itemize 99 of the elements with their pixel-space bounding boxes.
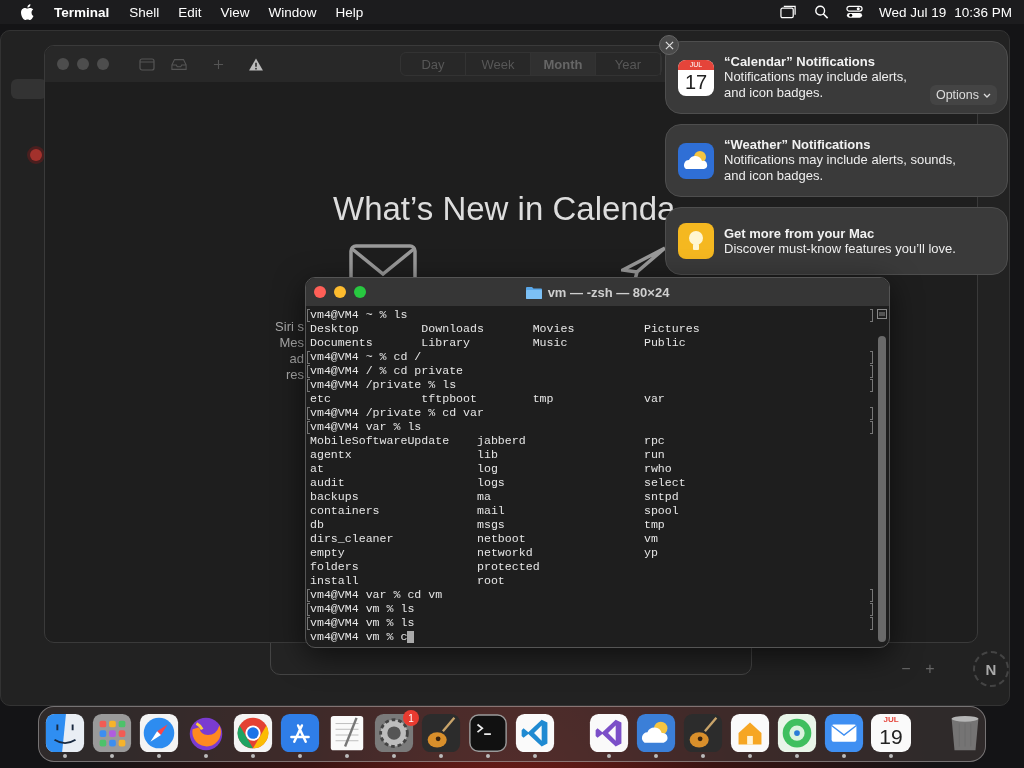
notification-title: “Weather” Notifications [724,137,872,152]
terminal-line: install root [310,574,505,588]
menu-item[interactable]: Help [335,4,364,20]
running-indicator [63,754,67,758]
terminal-line: folders protected [310,560,540,574]
calendar-month: JUL [883,714,899,725]
warning-icon[interactable] [248,57,264,71]
terminal-line: agentx lib run [310,448,665,462]
cloud-sun-icon[interactable] [636,714,676,753]
running-indicator [701,754,705,758]
terminal-line: MobileSoftwareUpdate jabberd rpc [310,434,665,448]
terminal-line: vm4@VM4 var % cd vm [310,588,443,602]
running-indicator [345,754,349,758]
menu-bar-date[interactable]: Wed Jul 19 [878,4,947,20]
terminal-line: vm4@VM4 /private % cd var [310,406,484,420]
light-bulb-icon [678,223,714,259]
terminal-line: vm4@VM4 vm % ls [310,616,415,630]
terminal-line: Documents Library Music Public [310,336,686,350]
apple-icon[interactable] [20,4,34,20]
notification-title: Get more from your Mac [724,225,876,241]
options-button[interactable]: Options [929,85,997,105]
running-indicator [157,754,161,758]
compass-button[interactable]: N [973,651,1009,687]
terminal-line: containers mail spool [310,504,679,518]
feature-text: Siri s [275,319,304,335]
feature-text: Mes [279,335,304,351]
menu-item[interactable]: Edit [178,4,202,20]
terminal-line: db msgs tmp [310,518,665,532]
feature-text: ad [289,351,304,367]
running-indicator [842,754,846,758]
notification-title: “Calendar” Notifications [724,54,876,69]
calendar-icon[interactable]: JUL 19 [871,714,911,753]
notification-card[interactable]: “Weather” Notifications Notifications may include alerts, sounds, and icon badges. [665,124,1008,197]
toggles-icon[interactable] [845,5,863,19]
app-menu[interactable]: Terminal [54,4,110,20]
menu-item[interactable]: Window [268,4,317,20]
running-indicator [486,754,490,758]
paper-plane-icon [621,246,667,280]
split-icon[interactable] [877,309,887,319]
store-icon[interactable] [280,714,320,753]
running-indicator [748,754,752,758]
notification-body: Notifications may include alerts, and icon badges. [724,69,908,101]
running-indicator [110,754,114,758]
terminal-line: at log rwho [310,462,672,476]
terminal-line: vm4@VM4 / % cd private [310,364,464,378]
search-icon[interactable] [812,5,830,19]
feature-text: res [285,367,304,383]
window-controls[interactable] [314,286,366,298]
menu-bar-time[interactable]: 10:36 PM [954,4,1012,20]
calendar-day: 19 [879,725,903,749]
running-indicator [533,754,537,758]
envelope-icon[interactable] [824,714,864,753]
window-title: vm — -zsh — 80×24 [547,284,670,300]
calendar-day: 17 [684,69,708,94]
terminal-icon[interactable] [468,714,508,753]
close-icon [664,40,674,50]
pin-icon[interactable] [26,145,46,165]
compass-icon[interactable] [139,714,179,753]
terminal-line: audit logs select [310,476,686,490]
running-indicator [889,754,893,758]
scrollbar-thumb[interactable] [878,336,886,642]
running-indicator [392,754,396,758]
running-indicator [439,754,443,758]
gear-icon[interactable] [374,714,414,753]
notification-body: Notifications may include alerts, sounds, and icon badges. [724,152,957,184]
terminal-line: vm4@VM4 vm % ls [310,602,415,616]
folder-icon [525,285,542,299]
chevron-down-icon [983,92,991,98]
terminal-line: vm4@VM4 var % ls [310,420,422,434]
cloud-sun-icon [678,142,714,179]
terminal-line: backups ma sntpd [310,490,679,504]
windows-icon[interactable] [779,5,797,19]
running-indicator [795,754,799,758]
notification-badge: 1 [403,710,419,726]
terminal-line: vm4@VM4 ~ % cd / [310,350,422,364]
notification-body: Discover must-know features you’ll love. [724,240,957,257]
radar-icon[interactable] [777,714,817,753]
menu-item[interactable]: View [220,4,250,20]
running-indicator [251,754,255,758]
terminal-line: vm4@VM4 /private % ls [310,378,457,392]
terminal-line: vm4@VM4 ~ % ls [310,308,408,322]
house-icon[interactable] [730,714,770,753]
code-editor-icon[interactable] [515,714,555,753]
terminal-line: Desktop Downloads Movies Pictures [310,322,700,336]
envelope-icon [349,244,417,280]
infinity-icon[interactable] [589,714,629,753]
terminal-line: vm4@VM4 vm % c [310,630,408,644]
running-indicator [298,754,302,758]
running-indicator [204,754,208,758]
terminal-line: etc tftpboot tmp var [310,392,665,406]
terminal-line: dirs_cleaner netboot vm [310,532,658,546]
terminal-line: empty networkd yp [310,546,658,560]
guitar-icon[interactable] [683,714,723,753]
app-grid-icon[interactable] [92,714,132,753]
guitar-icon[interactable] [421,714,461,753]
face-icon[interactable] [45,714,85,753]
running-indicator [654,754,658,758]
menu-item[interactable]: Shell [129,4,160,20]
running-indicator [607,754,611,758]
